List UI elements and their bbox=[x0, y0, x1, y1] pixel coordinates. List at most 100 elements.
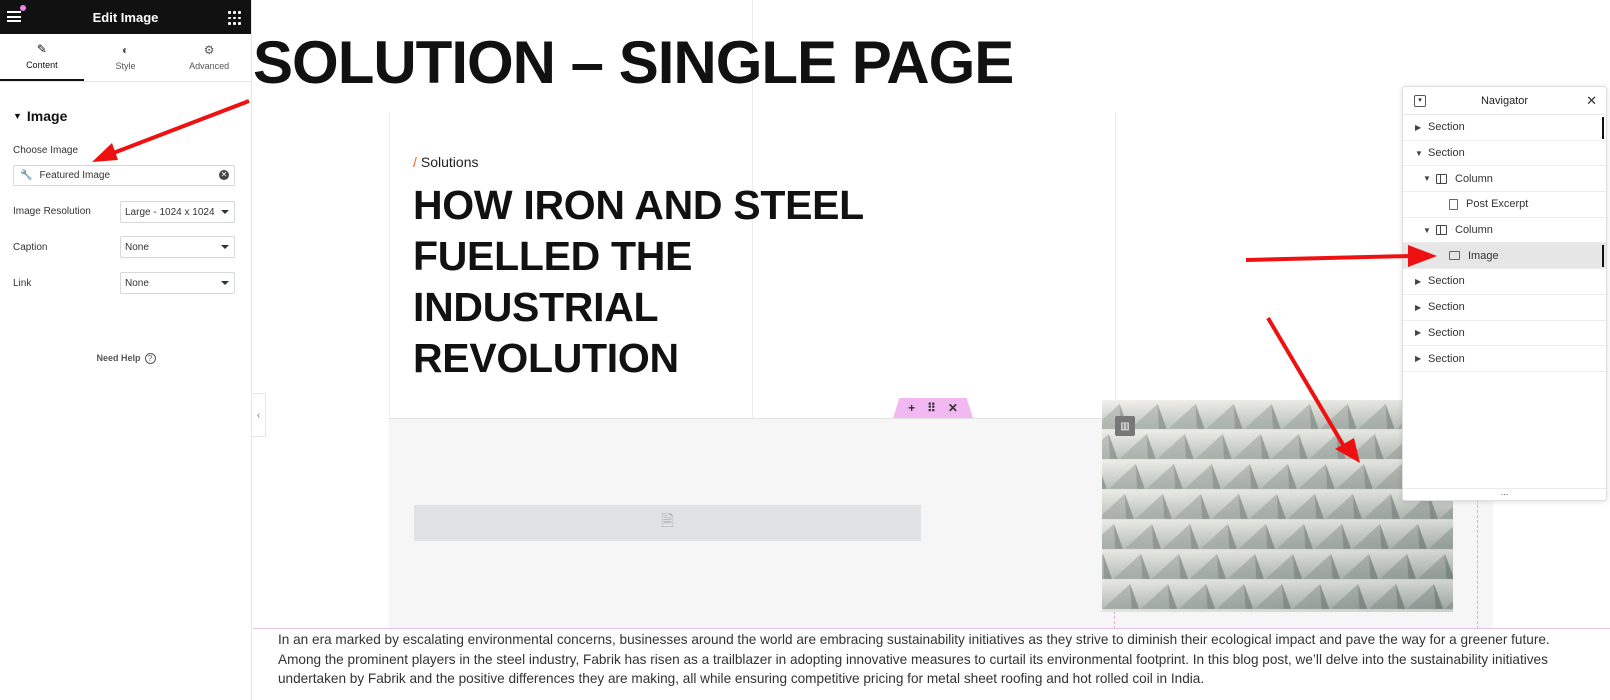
editor-root: Edit Image ✎ Content ◐ Style ⚙ Advanced … bbox=[0, 0, 1610, 700]
image-icon bbox=[1449, 251, 1460, 261]
navigator-item-label: Section bbox=[1428, 147, 1465, 160]
caret-down-icon: ▼ bbox=[1423, 174, 1431, 184]
link-value: None bbox=[125, 277, 149, 289]
add-section-icon[interactable]: + bbox=[908, 401, 915, 415]
edit-panel: Edit Image ✎ Content ◐ Style ⚙ Advanced … bbox=[0, 0, 252, 700]
image-section-toggle[interactable]: ▼ Image bbox=[13, 108, 251, 124]
navigator-item-label: Section bbox=[1428, 275, 1465, 288]
page-title: SOLUTION – SINGLE PAGE bbox=[253, 29, 1014, 96]
tab-advanced[interactable]: ⚙ Advanced bbox=[167, 34, 251, 81]
navigator-item-label: Post Excerpt bbox=[1466, 198, 1529, 211]
column-icon bbox=[1436, 173, 1447, 184]
link-label: Link bbox=[13, 278, 32, 289]
chevron-left-icon: ‹ bbox=[256, 409, 261, 421]
navigator-resize-handle[interactable]: ... bbox=[1403, 488, 1606, 500]
column-icon: ▥ bbox=[1120, 420, 1130, 432]
caret-down-icon: ▼ bbox=[13, 111, 22, 121]
breadcrumb: / Solutions bbox=[413, 154, 478, 170]
widgets-grid-icon[interactable] bbox=[228, 11, 241, 25]
notification-dot bbox=[20, 5, 26, 11]
navigator-title: Navigator bbox=[1480, 94, 1529, 107]
wrench-icon: 🔧 bbox=[20, 170, 33, 181]
edit-column-handle[interactable]: ▥ bbox=[1115, 416, 1135, 436]
caret-right-icon: ▶ bbox=[1415, 276, 1422, 286]
gear-icon: ⚙ bbox=[203, 43, 215, 57]
building-facade-photo bbox=[1102, 400, 1453, 612]
dropdown-arrow-icon bbox=[221, 281, 229, 285]
image-section-title: Image bbox=[26, 108, 68, 124]
dropdown-arrow-icon bbox=[221, 245, 229, 249]
post-body-text: In an era marked by escalating environme… bbox=[278, 632, 1550, 686]
panel-tabs: ✎ Content ◐ Style ⚙ Advanced bbox=[0, 34, 251, 82]
post-excerpt-placeholder[interactable]: 🗎 bbox=[414, 505, 921, 541]
navigator-item-section[interactable]: ▶ Section bbox=[1403, 269, 1606, 295]
column-guide bbox=[1115, 112, 1116, 412]
featured-image-value: Featured Image bbox=[39, 170, 111, 181]
navigator-panel: ▾ Navigator ✕ ▶ Section ▼ Section ▼ Colu… bbox=[1402, 86, 1607, 501]
caption-value: None bbox=[125, 241, 149, 253]
link-select[interactable]: None bbox=[120, 272, 235, 294]
indicator-bar bbox=[1602, 245, 1604, 268]
navigator-item-column[interactable]: ▼ Column bbox=[1403, 218, 1606, 244]
navigator-item-section[interactable]: ▶ Section bbox=[1403, 115, 1606, 141]
tab-content-label: Content bbox=[26, 60, 58, 70]
image-resolution-select[interactable]: Large - 1024 x 1024 bbox=[120, 201, 235, 223]
drag-section-icon[interactable]: ⠿ bbox=[927, 401, 936, 415]
close-icon[interactable]: ✕ bbox=[1586, 93, 1597, 109]
caret-right-icon: ▶ bbox=[1415, 354, 1422, 364]
question-icon: ? bbox=[144, 353, 156, 364]
navigator-item-column[interactable]: ▼ Column bbox=[1403, 166, 1606, 193]
navigator-item-section[interactable]: ▶ Section bbox=[1403, 346, 1606, 372]
navigator-item-label: Section bbox=[1428, 301, 1465, 314]
caret-right-icon: ▶ bbox=[1415, 122, 1422, 132]
caption-select[interactable]: None bbox=[120, 236, 235, 258]
featured-image-field[interactable]: 🔧 Featured Image ✕ bbox=[13, 165, 235, 186]
collapse-panel-button[interactable]: ‹ bbox=[252, 393, 266, 437]
caret-right-icon: ▶ bbox=[1415, 328, 1422, 338]
navigator-item-label: Section bbox=[1428, 352, 1465, 365]
document-icon: 🗎 bbox=[661, 512, 674, 530]
caret-right-icon: ▶ bbox=[1415, 302, 1422, 312]
image-resolution-label: Image Resolution bbox=[13, 206, 91, 217]
navigator-item-image[interactable]: Image bbox=[1403, 243, 1606, 270]
featured-image[interactable] bbox=[1102, 400, 1453, 612]
navigator-item-label: Column bbox=[1455, 172, 1493, 185]
caret-down-icon: ▼ bbox=[1423, 225, 1431, 235]
hamburger-menu-icon[interactable] bbox=[7, 11, 21, 22]
indicator-bar bbox=[1602, 117, 1604, 139]
pencil-icon: ✎ bbox=[36, 42, 47, 56]
column-icon bbox=[1436, 225, 1447, 236]
need-help-link[interactable]: Need Help? bbox=[0, 353, 252, 364]
choose-image-label: Choose Image bbox=[13, 145, 79, 156]
need-help-label: Need Help bbox=[96, 353, 141, 363]
image-resolution-value: Large - 1024 x 1024 bbox=[125, 206, 215, 218]
clear-icon[interactable]: ✕ bbox=[219, 170, 229, 180]
tab-style[interactable]: ◐ Style bbox=[84, 34, 168, 81]
breadcrumb-link[interactable]: Solutions bbox=[421, 154, 479, 170]
navigator-item-label: Section bbox=[1428, 326, 1465, 339]
caption-label: Caption bbox=[13, 242, 48, 253]
document-icon bbox=[1449, 198, 1458, 210]
half-circle-icon: ◐ bbox=[121, 43, 130, 57]
navigator-item-section[interactable]: ▶ Section bbox=[1403, 295, 1606, 321]
tab-advanced-label: Advanced bbox=[189, 61, 230, 71]
navigator-item-section[interactable]: ▶ Section bbox=[1403, 321, 1606, 347]
collapse-all-icon[interactable]: ▾ bbox=[1414, 95, 1426, 107]
navigator-item-label: Column bbox=[1455, 224, 1493, 237]
navigator-item-label: Section bbox=[1428, 121, 1465, 134]
section-boundary bbox=[253, 628, 1610, 629]
breadcrumb-slash: / bbox=[413, 154, 417, 170]
caret-down-icon: ▼ bbox=[1415, 148, 1423, 158]
tab-style-label: Style bbox=[115, 61, 136, 71]
navigator-item-section[interactable]: ▼ Section bbox=[1403, 141, 1606, 167]
dropdown-arrow-icon bbox=[221, 210, 229, 214]
navigator-header[interactable]: ▾ Navigator ✕ bbox=[1403, 87, 1606, 115]
panel-title: Edit Image bbox=[92, 9, 159, 25]
post-title: HOW IRON AND STEEL FUELLED THE INDUSTRIA… bbox=[413, 182, 864, 381]
panel-header: Edit Image bbox=[0, 0, 251, 34]
navigator-item-post-excerpt[interactable]: Post Excerpt bbox=[1403, 192, 1606, 218]
section-handle[interactable]: + ⠿ ✕ bbox=[893, 398, 973, 418]
tab-content[interactable]: ✎ Content bbox=[0, 34, 84, 81]
navigator-item-label: Image bbox=[1468, 249, 1499, 262]
delete-section-icon[interactable]: ✕ bbox=[948, 401, 958, 415]
